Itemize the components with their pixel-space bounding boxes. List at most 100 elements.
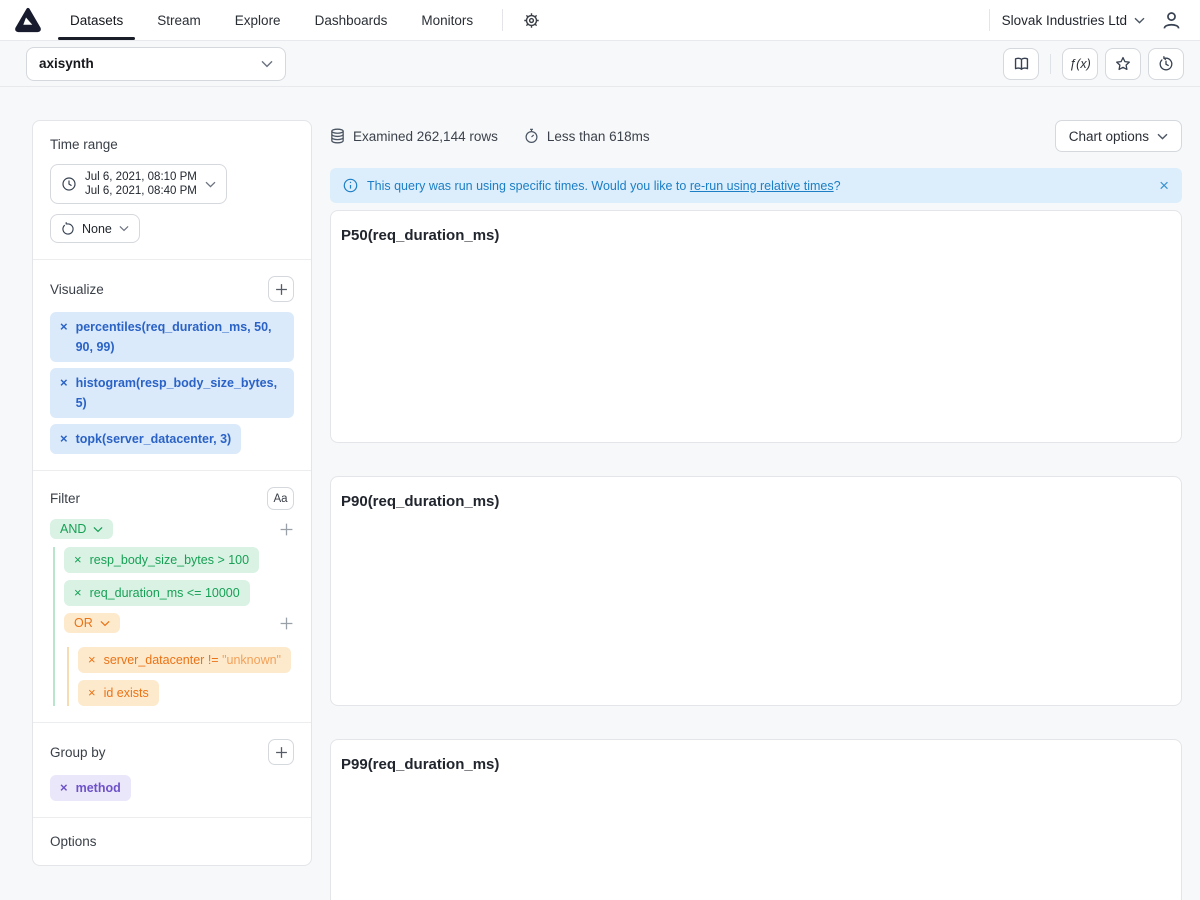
dataset-name: axisynth bbox=[39, 56, 94, 71]
banner-text: This query was run using specific times.… bbox=[367, 179, 841, 193]
options-section: Options bbox=[33, 817, 311, 865]
rerun-relative-link[interactable]: re-run using relative times bbox=[690, 179, 834, 193]
query-sidebar: Time range Jul 6, 2021, 08:10 PM Jul 6, … bbox=[32, 120, 312, 866]
filter-label: Filter bbox=[50, 491, 80, 506]
book-icon bbox=[1013, 56, 1030, 72]
chevron-down-icon bbox=[93, 526, 103, 533]
chart-options-label: Chart options bbox=[1069, 129, 1149, 144]
nav-item-dashboards[interactable]: Dashboards bbox=[303, 0, 400, 40]
visualization-chip[interactable]: ×histogram(resp_body_size_bytes, 5) bbox=[50, 368, 294, 418]
filter-chip[interactable]: × server_datacenter != "unknown" bbox=[78, 647, 291, 673]
user-menu[interactable] bbox=[1161, 0, 1182, 40]
function-icon: ƒ(x) bbox=[1069, 57, 1091, 71]
axiom-logo[interactable] bbox=[15, 7, 41, 33]
toolbar-divider bbox=[1050, 54, 1051, 74]
add-group-by-button[interactable] bbox=[268, 739, 294, 765]
chevron-down-icon bbox=[1157, 133, 1168, 140]
examined-rows-text: Examined 262,144 rows bbox=[353, 129, 498, 144]
chevron-down-icon bbox=[205, 181, 216, 188]
group-by-field: method bbox=[76, 779, 121, 797]
time-range-label: Time range bbox=[50, 137, 294, 152]
docs-button[interactable] bbox=[1003, 48, 1039, 80]
dataset-select[interactable]: axisynth bbox=[26, 47, 286, 81]
filter-condition: resp_body_size_bytes > 100 bbox=[90, 551, 250, 569]
dataset-toolbar: axisynth ƒ(x) bbox=[0, 41, 1200, 87]
plus-icon bbox=[275, 283, 288, 296]
filter-condition: id exists bbox=[104, 684, 149, 702]
visualize-label: Visualize bbox=[50, 282, 104, 297]
visualization-chip[interactable]: × topk(server_datacenter, 3) bbox=[50, 424, 241, 454]
org-selector[interactable]: Slovak Industries Ltd bbox=[1002, 0, 1145, 40]
filter-chip[interactable]: × id exists bbox=[78, 680, 159, 706]
nav-items: Datasets Stream Explore Dashboards Monit… bbox=[53, 0, 490, 40]
nav-item-monitors[interactable]: Monitors bbox=[409, 0, 485, 40]
remove-icon[interactable]: × bbox=[74, 584, 82, 602]
history-icon bbox=[1158, 56, 1174, 72]
group-operator-label: AND bbox=[60, 522, 86, 536]
clock-icon bbox=[61, 176, 77, 192]
filter-tree: AND × resp_body_size_bytes > 100 × req_dur… bbox=[50, 519, 294, 706]
star-icon bbox=[1115, 56, 1131, 72]
functions-button[interactable]: ƒ(x) bbox=[1062, 48, 1098, 80]
p99-chart-card: P99(req_duration_ms) bbox=[330, 739, 1182, 900]
chart-options-button[interactable]: Chart options bbox=[1055, 120, 1182, 152]
close-icon[interactable]: × bbox=[1159, 177, 1169, 194]
nav-item-explore[interactable]: Explore bbox=[223, 0, 293, 40]
filter-chip[interactable]: × req_duration_ms <= 10000 bbox=[64, 580, 250, 606]
plus-icon bbox=[279, 522, 294, 537]
nav-item-stream[interactable]: Stream bbox=[145, 0, 213, 40]
p90-chart-card: P90(req_duration_ms) bbox=[330, 476, 1182, 706]
chevron-down-icon bbox=[119, 225, 129, 232]
history-button[interactable] bbox=[1148, 48, 1184, 80]
query-stats-row: Examined 262,144 rows Less than 618ms Ch… bbox=[330, 120, 1182, 152]
nav-item-datasets[interactable]: Datasets bbox=[58, 0, 135, 40]
gear-icon bbox=[523, 12, 540, 29]
remove-icon[interactable]: × bbox=[60, 429, 68, 449]
remove-icon[interactable]: × bbox=[60, 373, 68, 393]
time-range-section: Time range Jul 6, 2021, 08:10 PM Jul 6, … bbox=[33, 121, 311, 259]
time-range-end: Jul 6, 2021, 08:40 PM bbox=[85, 184, 197, 198]
filter-chip[interactable]: × resp_body_size_bytes > 100 bbox=[64, 547, 259, 573]
info-icon bbox=[343, 178, 358, 193]
plus-icon bbox=[279, 616, 294, 631]
remove-icon[interactable]: × bbox=[88, 684, 96, 702]
filter-group-and[interactable]: AND bbox=[50, 519, 113, 539]
remove-icon[interactable]: × bbox=[88, 651, 96, 669]
visualization-chip[interactable]: ×percentiles(req_duration_ms, 50, 90, 99… bbox=[50, 312, 294, 362]
group-by-section: Group by ×method bbox=[33, 722, 311, 817]
chevron-down-icon bbox=[261, 60, 273, 68]
compare-picker[interactable]: None bbox=[50, 214, 140, 243]
visualize-section: Visualize ×percentiles(req_duration_ms, … bbox=[33, 259, 311, 470]
filter-group-or[interactable]: OR bbox=[64, 613, 120, 633]
chart-title: P90(req_duration_ms) bbox=[341, 493, 1181, 510]
filter-section: Filter Aa AND × resp_body_size_bytes > 10… bbox=[33, 470, 311, 722]
case-sensitivity-button[interactable]: Aa bbox=[267, 487, 294, 510]
chevron-down-icon bbox=[100, 620, 110, 627]
user-icon bbox=[1161, 10, 1182, 31]
examined-rows-stat: Examined 262,144 rows bbox=[330, 128, 498, 144]
filter-condition: server_datacenter != "unknown" bbox=[104, 651, 281, 669]
add-filter-button[interactable] bbox=[279, 522, 294, 537]
toolbar-actions: ƒ(x) bbox=[1003, 48, 1184, 80]
options-label: Options bbox=[50, 834, 294, 849]
top-nav: Datasets Stream Explore Dashboards Monit… bbox=[0, 0, 1200, 41]
database-icon bbox=[330, 128, 345, 144]
add-visualization-button[interactable] bbox=[268, 276, 294, 302]
visualization-label: topk(server_datacenter, 3) bbox=[76, 429, 232, 449]
remove-icon[interactable]: × bbox=[74, 551, 82, 569]
stopwatch-icon bbox=[524, 128, 539, 144]
add-filter-button[interactable] bbox=[279, 616, 294, 631]
filter-condition: req_duration_ms <= 10000 bbox=[90, 584, 240, 602]
group-by-chip[interactable]: × method bbox=[50, 775, 131, 801]
query-duration-stat: Less than 618ms bbox=[524, 128, 650, 144]
org-name: Slovak Industries Ltd bbox=[1002, 13, 1127, 28]
remove-icon[interactable]: × bbox=[60, 779, 68, 797]
results-area: Examined 262,144 rows Less than 618ms Ch… bbox=[330, 120, 1182, 900]
time-range-picker[interactable]: Jul 6, 2021, 08:10 PM Jul 6, 2021, 08:40… bbox=[50, 164, 227, 204]
favorite-button[interactable] bbox=[1105, 48, 1141, 80]
p50-chart-card: P50(req_duration_ms) bbox=[330, 210, 1182, 443]
remove-icon[interactable]: × bbox=[60, 317, 68, 337]
settings-button[interactable] bbox=[515, 0, 547, 40]
group-operator-label: OR bbox=[74, 616, 93, 630]
chevron-down-icon bbox=[1134, 17, 1145, 24]
